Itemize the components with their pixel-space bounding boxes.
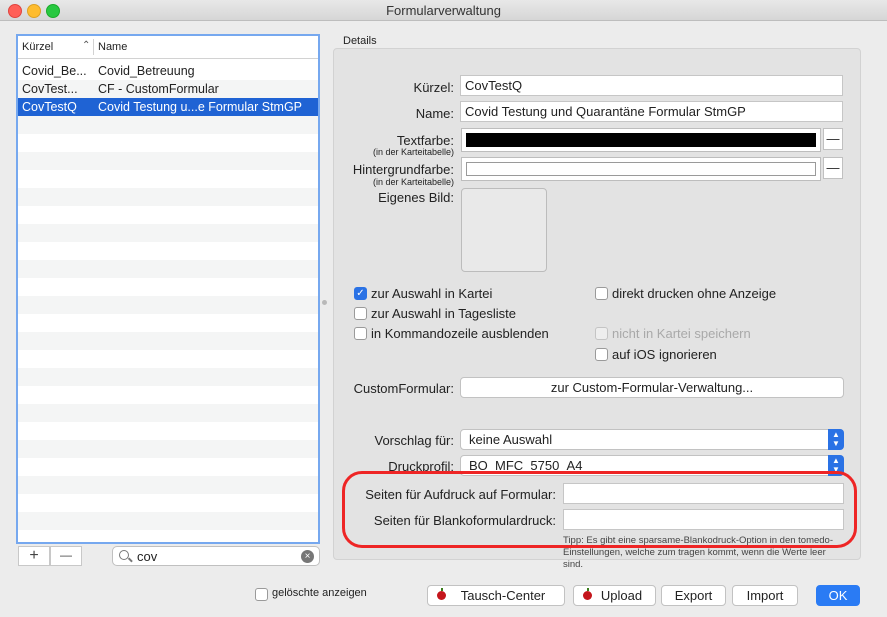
textfarbe-label: Textfarbe: — [396, 133, 454, 148]
list-row-stripe — [18, 404, 318, 422]
list-row-stripe — [18, 242, 318, 260]
list-header: Kürzel ⌃ Name — [18, 36, 318, 59]
textfarbe-swatch — [466, 133, 816, 147]
direkt-drucken-checkbox[interactable] — [595, 287, 608, 300]
auswahl-tagesliste-label: zur Auswahl in Tagesliste — [371, 306, 517, 321]
column-header-kuerzel[interactable]: Kürzel — [22, 41, 53, 53]
vorschlag-value: keine Auswahl — [469, 432, 553, 447]
vorschlag-select[interactable]: keine Auswahl ▲ ▼ — [460, 429, 844, 450]
column-header-name[interactable]: Name — [98, 41, 127, 53]
row-name: Covid_Betreuung — [98, 64, 195, 78]
updown-chevron-icon: ▲ ▼ — [828, 429, 844, 450]
list-row-stripe — [18, 476, 318, 494]
apple-icon — [437, 588, 446, 600]
remove-form-button[interactable]: — — [50, 546, 82, 566]
details-group-label: Details — [343, 35, 377, 47]
list-row-stripe — [18, 260, 318, 278]
custom-formular-verwaltung-button[interactable]: zur Custom-Formular-Verwaltung... — [460, 377, 844, 398]
tausch-center-label: Tausch-Center — [460, 588, 546, 603]
geloeschte-anzeigen-label: gelöschte anzeigen — [272, 587, 367, 599]
list-row-stripe — [18, 440, 318, 458]
hintergrund-clear-button[interactable]: — — [823, 157, 843, 179]
textfarbe-clear-button[interactable]: — — [823, 128, 843, 150]
auswahl-kartei-checkbox[interactable]: ✓ — [354, 287, 367, 300]
sort-ascending-icon: ⌃ — [82, 40, 91, 51]
list-row-stripe — [18, 512, 318, 530]
list-row-stripe — [18, 170, 318, 188]
nicht-speichern-label: nicht in Kartei speichern — [612, 326, 751, 341]
ok-button[interactable]: OK — [816, 585, 860, 606]
direkt-drucken-label: direkt drucken ohne Anzeige — [612, 286, 777, 301]
import-button[interactable]: Import — [732, 585, 798, 606]
upload-label: Upload — [600, 588, 643, 603]
add-form-button[interactable]: + — [18, 546, 50, 566]
list-row-stripe — [18, 332, 318, 350]
list-row-stripe — [18, 530, 318, 542]
row-kuerzel: CovTest... — [22, 82, 78, 96]
kuerzel-label: Kürzel: — [413, 80, 454, 95]
apple-icon — [583, 588, 592, 600]
list-row-stripe — [18, 206, 318, 224]
name-label: Name: — [415, 106, 454, 121]
eigenes-bild-image-well[interactable] — [461, 188, 547, 272]
list-row-stripe — [18, 386, 318, 404]
search-field[interactable]: cov × — [112, 546, 320, 566]
list-row-stripe — [18, 422, 318, 440]
ios-ignorieren-label: auf iOS ignorieren — [612, 347, 717, 362]
table-row[interactable]: CovTest... CF - CustomFormular — [18, 80, 318, 98]
auswahl-kartei-label: zur Auswahl in Kartei — [371, 286, 493, 301]
eigenes-bild-label: Eigenes Bild: — [378, 190, 454, 205]
row-kuerzel: CovTestQ — [22, 100, 77, 114]
list-row-stripe — [18, 494, 318, 512]
hintergrund-swatch — [466, 162, 816, 176]
window-title: Formularverwaltung — [386, 3, 501, 18]
hintergrund-sublabel: (in der Karteitabelle) — [372, 177, 454, 187]
hintergrund-color-well[interactable] — [461, 157, 821, 181]
auswahl-tagesliste-checkbox[interactable] — [354, 307, 367, 320]
search-icon — [119, 550, 129, 560]
list-row-stripe — [18, 224, 318, 242]
hintergrund-label: Hintergrundfarbe: — [352, 162, 454, 177]
search-input[interactable]: cov — [137, 549, 157, 564]
row-name: Covid Testung u...e Formular StmGP — [98, 100, 303, 114]
kuerzel-field[interactable]: CovTestQ — [460, 75, 843, 96]
row-name: CF - CustomFormular — [98, 82, 219, 96]
kommandozeile-ausblenden-label: in Kommandozeile ausblenden — [371, 326, 549, 341]
list-row-stripe — [18, 350, 318, 368]
geloeschte-anzeigen-checkbox[interactable] — [255, 588, 268, 601]
name-field[interactable]: Covid Testung und Quarantäne Formular St… — [460, 101, 843, 122]
list-row-stripe — [18, 188, 318, 206]
textfarbe-sublabel: (in der Karteitabelle) — [372, 147, 454, 157]
table-row[interactable]: Covid_Be... Covid_Betreuung — [18, 62, 318, 80]
split-view-handle[interactable] — [322, 300, 327, 305]
list-row-stripe — [18, 314, 318, 332]
highlight-annotation — [342, 471, 857, 548]
table-row-selected[interactable]: CovTestQ Covid Testung u...e Formular St… — [18, 98, 318, 116]
form-list[interactable]: Kürzel ⌃ Name Covid_Be... Covid_Betreuun… — [16, 34, 320, 544]
kommandozeile-ausblenden-checkbox[interactable] — [354, 327, 367, 340]
customformular-label: CustomFormular: — [353, 381, 454, 396]
list-row-stripe — [18, 152, 318, 170]
list-row-stripe — [18, 458, 318, 476]
list-row-stripe — [18, 116, 318, 134]
list-row-stripe — [18, 368, 318, 386]
list-row-stripe — [18, 278, 318, 296]
tausch-center-button[interactable]: Tausch-Center — [427, 585, 565, 606]
vorschlag-label: Vorschlag für: — [374, 433, 455, 448]
textfarbe-color-well[interactable] — [461, 128, 821, 152]
upload-button[interactable]: Upload — [573, 585, 656, 606]
ios-ignorieren-checkbox[interactable] — [595, 348, 608, 361]
clear-search-icon[interactable]: × — [301, 550, 314, 563]
list-row-stripe — [18, 296, 318, 314]
list-row-stripe — [18, 134, 318, 152]
row-kuerzel: Covid_Be... — [22, 64, 87, 78]
nicht-speichern-checkbox — [595, 327, 608, 340]
export-button[interactable]: Export — [661, 585, 726, 606]
